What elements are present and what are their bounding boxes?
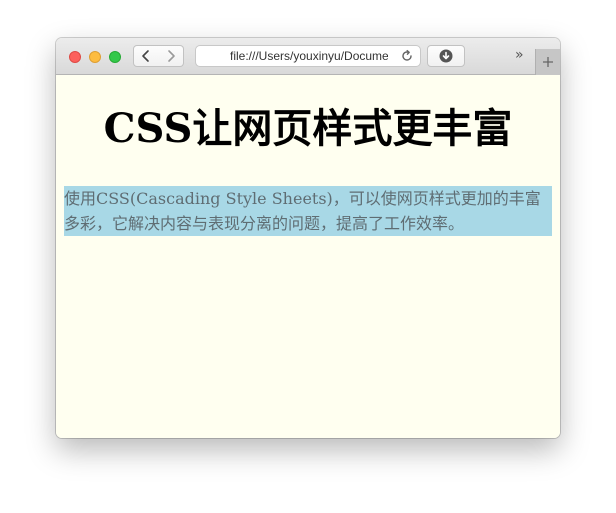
minimize-window-button[interactable]	[89, 51, 101, 63]
new-tab-button[interactable]	[535, 49, 560, 75]
page-heading: CSS让网页样式更丰富	[103, 105, 513, 152]
reload-icon[interactable]	[400, 49, 414, 63]
toolbar-overflow-button[interactable]: »	[515, 47, 529, 63]
intro-paragraph: 使用CSS(Cascading Style Sheets)，可以使网页样式更加的…	[64, 186, 552, 236]
address-text: file:///Users/youxinyu/Documents/	[230, 49, 388, 63]
browser-window: file:///Users/youxinyu/Documents/ » CSS让…	[56, 38, 560, 438]
plus-icon	[543, 57, 553, 67]
chevron-right-icon	[167, 50, 175, 62]
downloads-button[interactable]	[427, 45, 465, 67]
maximize-window-button[interactable]	[109, 51, 121, 63]
address-bar[interactable]: file:///Users/youxinyu/Documents/	[195, 45, 421, 67]
close-window-button[interactable]	[69, 51, 81, 63]
forward-button[interactable]	[158, 45, 184, 67]
chevron-left-icon	[142, 50, 149, 62]
browser-toolbar: file:///Users/youxinyu/Documents/ »	[56, 38, 560, 75]
page-content: CSS让网页样式更丰富 使用CSS(Cascading Style Sheets…	[56, 75, 560, 438]
back-button[interactable]	[133, 45, 159, 67]
download-icon	[439, 49, 453, 63]
